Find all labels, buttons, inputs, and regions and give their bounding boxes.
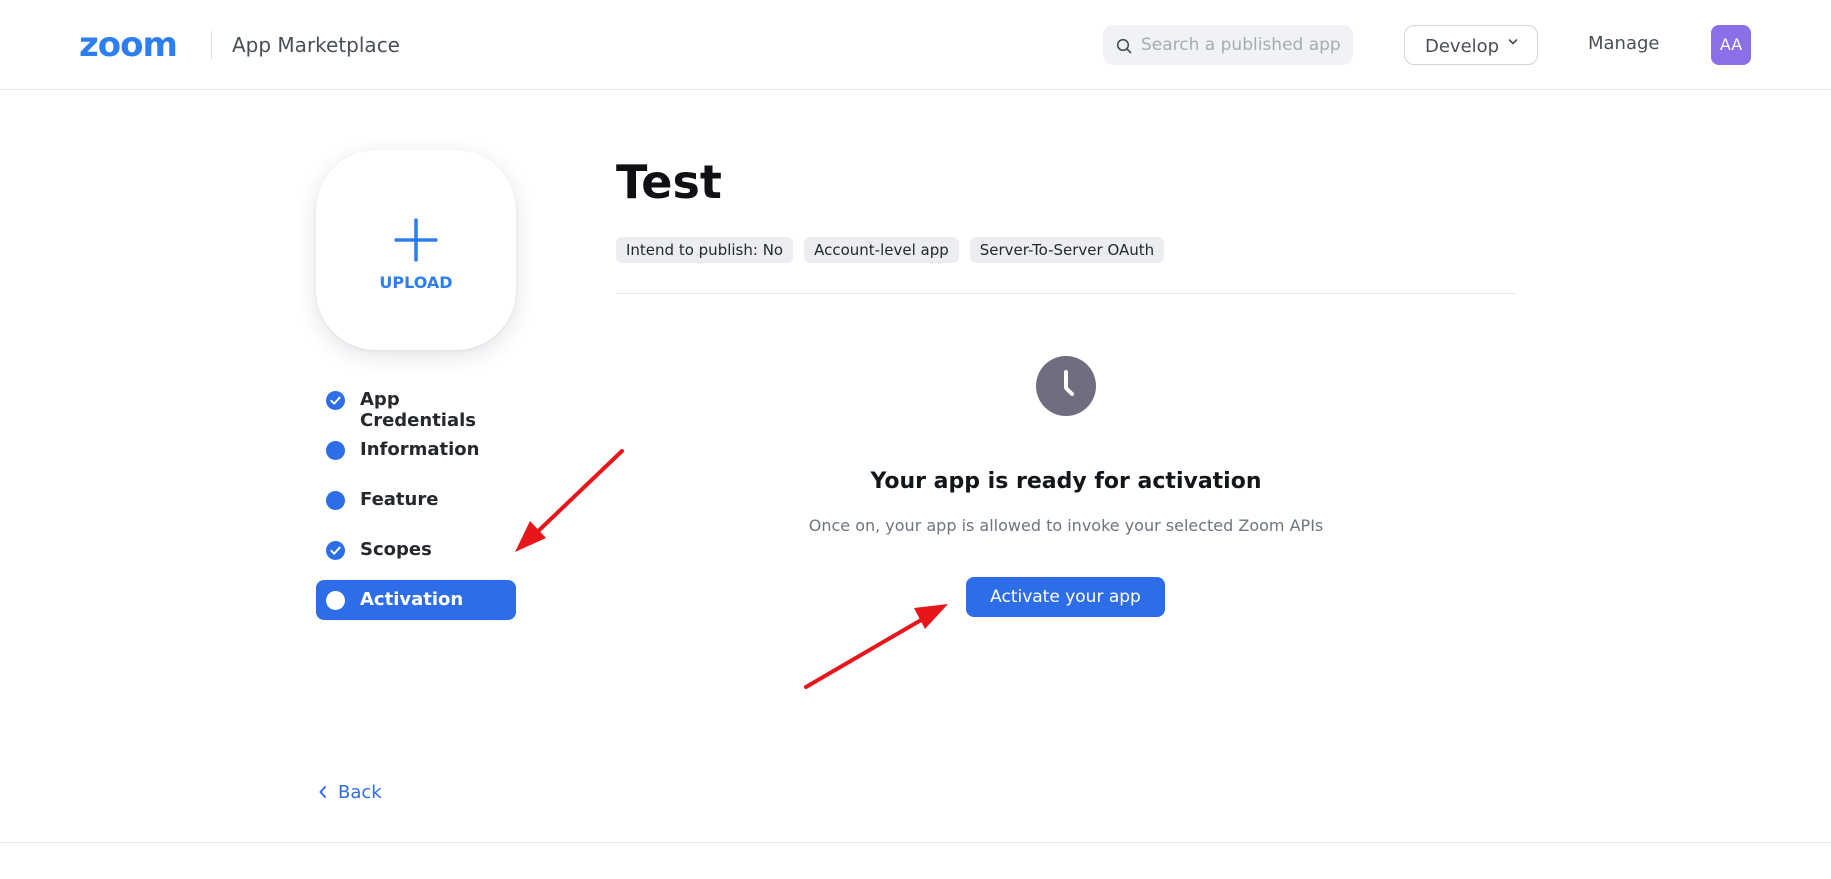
section-divider bbox=[616, 293, 1516, 294]
activate-app-button[interactable]: Activate your app bbox=[966, 577, 1165, 617]
footer-divider bbox=[0, 842, 1831, 843]
chevron-left-icon bbox=[319, 786, 326, 798]
step-completed-check-icon bbox=[326, 541, 345, 560]
setup-steps-nav: App Credentials Information Feature Scop… bbox=[316, 380, 516, 630]
develop-dropdown-button[interactable]: Develop bbox=[1404, 25, 1538, 65]
top-navigation-bar: zoom App Marketplace Develop Manage AA bbox=[0, 0, 1831, 90]
step-activation[interactable]: Activation bbox=[316, 580, 516, 620]
zoom-logo[interactable]: zoom bbox=[79, 30, 191, 60]
logo-divider bbox=[211, 31, 212, 59]
upload-label: UPLOAD bbox=[379, 273, 453, 292]
activation-status-title: Your app is ready for activation bbox=[870, 469, 1262, 494]
search-box[interactable] bbox=[1103, 25, 1353, 65]
tag-publish-intent: Intend to publish: No bbox=[616, 237, 794, 263]
step-completed-check-icon bbox=[326, 391, 345, 410]
back-label: Back bbox=[338, 782, 382, 803]
develop-label: Develop bbox=[1425, 36, 1500, 57]
manage-link[interactable]: Manage bbox=[1588, 33, 1660, 54]
annotation-arrow-activate-button bbox=[804, 604, 948, 689]
page-title: Test bbox=[616, 155, 722, 209]
logo-text: zoom bbox=[79, 30, 177, 60]
app-tags: Intend to publish: No Account-level app … bbox=[616, 237, 1165, 263]
tag-app-type: Server-To-Server OAuth bbox=[969, 237, 1165, 263]
plus-icon bbox=[394, 218, 438, 262]
annotation-overlay bbox=[515, 449, 948, 689]
step-active-dot-icon bbox=[326, 591, 345, 610]
chevron-down-icon bbox=[1508, 39, 1518, 45]
activation-status-subtitle: Once on, your app is allowed to invoke y… bbox=[808, 516, 1324, 535]
search-input[interactable] bbox=[1141, 25, 1341, 65]
clock-icon bbox=[1036, 356, 1096, 416]
avatar[interactable]: AA bbox=[1711, 25, 1751, 65]
step-scopes[interactable]: Scopes bbox=[316, 530, 516, 570]
step-information[interactable]: Information bbox=[316, 430, 516, 470]
app-icon-upload[interactable]: UPLOAD bbox=[316, 150, 516, 350]
step-label: Scopes bbox=[360, 539, 432, 560]
step-feature[interactable]: Feature bbox=[316, 480, 516, 520]
step-in-progress-dot-icon bbox=[326, 441, 345, 460]
search-icon bbox=[1116, 38, 1132, 54]
step-app-credentials[interactable]: App Credentials bbox=[316, 380, 516, 431]
annotation-arrow-activation-step bbox=[515, 449, 624, 552]
step-label: Feature bbox=[360, 489, 439, 510]
step-label: App Credentials bbox=[360, 389, 477, 431]
step-in-progress-dot-icon bbox=[326, 491, 345, 510]
step-label: Activation bbox=[360, 589, 464, 610]
tag-app-level: Account-level app bbox=[804, 237, 959, 263]
marketplace-title[interactable]: App Marketplace bbox=[232, 33, 400, 57]
step-label: Information bbox=[360, 439, 480, 460]
